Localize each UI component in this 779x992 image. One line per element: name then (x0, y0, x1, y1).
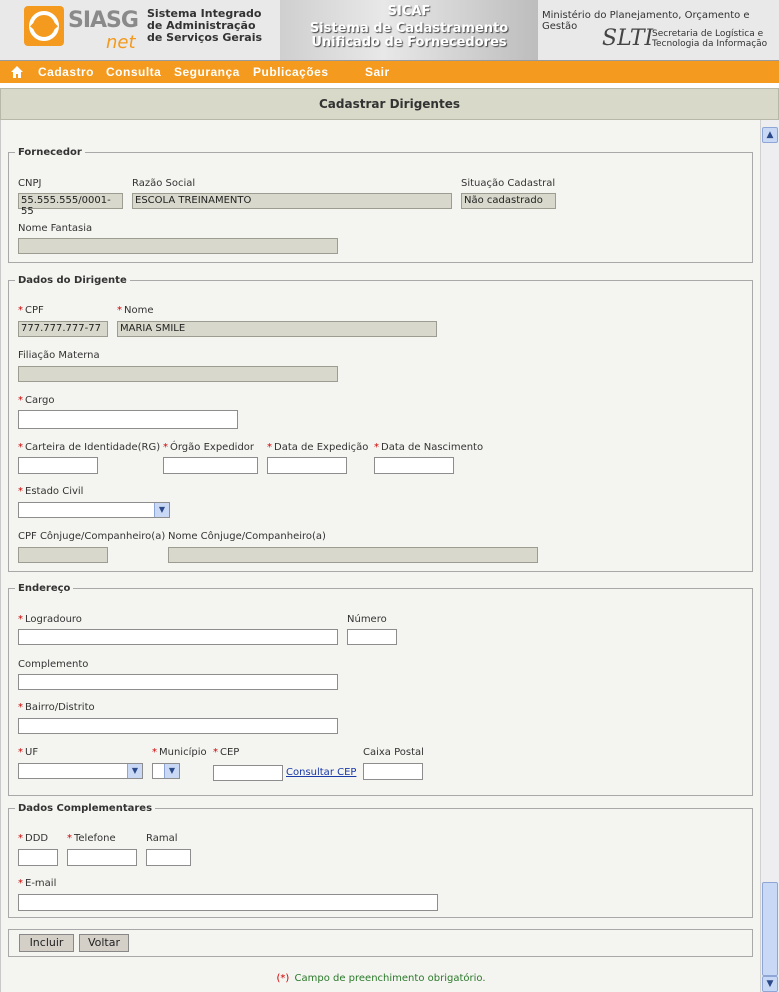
uf-select[interactable]: ▼ (18, 763, 143, 779)
cnpj-label: CNPJ (18, 178, 42, 189)
nome-conjuge-field (168, 547, 538, 563)
home-icon[interactable] (10, 65, 24, 79)
header-banner: SIASG net Sistema Integrado de Administr… (0, 0, 779, 61)
scrollbar-thumb[interactable] (762, 882, 778, 976)
logo-word: SIASG (68, 8, 139, 33)
bairro-label: * Bairro/Distrito (18, 702, 95, 713)
data-nascimento-input[interactable] (374, 457, 454, 474)
email-label: * E-mail (18, 878, 57, 889)
logradouro-label: * Logradouro (18, 614, 82, 625)
email-input[interactable] (18, 894, 438, 911)
menu-item-publicacoes[interactable]: Publicações (253, 65, 329, 79)
orgao-expedidor-label: * Órgão Expedidor (163, 442, 255, 453)
razao-social-label: Razão Social (132, 178, 196, 189)
vertical-scrollbar[interactable]: ▲ ▼ (760, 120, 779, 992)
cargo-label: * Cargo (18, 395, 55, 406)
nome-field: MARIA SMILE (117, 321, 437, 337)
banner-subtitle: Sistema de Cadastramento Unificado de Fo… (309, 21, 509, 50)
caixa-postal-label: Caixa Postal (363, 747, 424, 758)
menu-item-seguranca[interactable]: Segurança (174, 65, 240, 79)
page-title-bar: Cadastrar Dirigentes (0, 88, 779, 120)
filiacao-field (18, 366, 338, 382)
logradouro-input[interactable] (18, 629, 338, 645)
chevron-down-icon[interactable]: ▼ (164, 764, 179, 778)
telefone-input[interactable] (67, 849, 137, 866)
footnote-marker: (*) (276, 973, 290, 984)
legend-complementares: Dados Complementares (18, 803, 153, 814)
numero-input[interactable] (347, 629, 397, 645)
numero-label: Número (347, 614, 387, 625)
siasg-logo-icon (24, 6, 64, 46)
slti-logo: SLTI (602, 26, 654, 51)
chevron-down-icon[interactable]: ▼ (154, 503, 169, 517)
incluir-button[interactable]: Incluir (19, 934, 74, 952)
nome-label: * Nome (117, 305, 154, 316)
logo-net: net (106, 32, 136, 53)
cargo-input[interactable] (18, 410, 238, 429)
data-expedicao-label: * Data de Expedição (267, 442, 369, 453)
nome-fantasia-field (18, 238, 338, 254)
estado-civil-select[interactable]: ▼ (18, 502, 170, 518)
cep-label: * CEP (213, 747, 240, 758)
filiacao-label: Filiação Materna (18, 350, 100, 361)
situacao-label: Situação Cadastral (461, 178, 556, 189)
cpf-conjuge-field (18, 547, 108, 563)
municipio-select[interactable]: ▼ (152, 763, 180, 779)
bairro-input[interactable] (18, 718, 338, 734)
siasg-logo: SIASG net (24, 6, 144, 54)
voltar-button[interactable]: Voltar (79, 934, 129, 952)
ddd-input[interactable] (18, 849, 58, 866)
estado-civil-label: * Estado Civil (18, 486, 84, 497)
complemento-label: Complemento (18, 659, 89, 670)
required-footnote: (*) Campo de preenchimento obrigatório. (276, 973, 486, 984)
complemento-input[interactable] (18, 674, 338, 690)
cpf-label: * CPF (18, 305, 44, 316)
cpf-conjuge-label: CPF Cônjuge/Companheiro(a) (18, 531, 166, 542)
rg-input[interactable] (18, 457, 98, 474)
form-content: Fornecedor CNPJ 55.555.555/0001-55 Razão… (0, 120, 761, 992)
scroll-down-icon[interactable]: ▼ (762, 976, 778, 992)
nome-fantasia-label: Nome Fantasia (18, 223, 93, 234)
page-title: Cadastrar Dirigentes (319, 97, 460, 111)
ramal-label: Ramal (146, 833, 178, 844)
orgao-expedidor-input[interactable] (163, 457, 258, 474)
data-expedicao-input[interactable] (267, 457, 347, 474)
cpf-field: 777.777.777-77 (18, 321, 108, 337)
system-name: Sistema Integrado de Administração de Se… (147, 7, 263, 44)
situacao-field: Não cadastrado (461, 193, 556, 209)
municipio-label: * Município (152, 747, 207, 758)
cep-input[interactable] (213, 765, 283, 781)
menu-item-cadastro[interactable]: Cadastro (38, 65, 94, 79)
menu-bar: Cadastro Consulta Segurança Publicações … (0, 61, 779, 83)
ramal-input[interactable] (146, 849, 191, 866)
required-marker: * (18, 305, 23, 316)
button-bar: Incluir Voltar (8, 929, 753, 957)
ddd-label: * DDD (18, 833, 49, 844)
slti-text: Secretaria de Logística e Tecnologia da … (652, 29, 768, 49)
caixa-postal-input[interactable] (363, 763, 423, 780)
data-nascimento-label: * Data de Nascimento (374, 442, 484, 453)
legend-fornecedor: Fornecedor (18, 147, 82, 158)
legend-endereco: Endereço (18, 583, 71, 594)
banner-title: SICAF (387, 4, 431, 19)
sicaf-banner: SICAF Sistema de Cadastramento Unificado… (280, 0, 538, 60)
menu-item-sair[interactable]: Sair (365, 65, 390, 79)
razao-social-field: ESCOLA TREINAMENTO (132, 193, 452, 209)
scroll-up-icon[interactable]: ▲ (762, 127, 778, 143)
legend-dirigente: Dados do Dirigente (18, 275, 127, 286)
menu-item-consulta[interactable]: Consulta (106, 65, 161, 79)
rg-label: * Carteira de Identidade(RG) (18, 442, 161, 453)
consultar-cep-link[interactable]: Consultar CEP (286, 767, 356, 778)
telefone-label: * Telefone (67, 833, 116, 844)
nome-conjuge-label: Nome Cônjuge/Companheiro(a) (168, 531, 326, 542)
uf-label: * UF (18, 747, 39, 758)
chevron-down-icon[interactable]: ▼ (127, 764, 142, 778)
cnpj-field: 55.555.555/0001-55 (18, 193, 123, 217)
